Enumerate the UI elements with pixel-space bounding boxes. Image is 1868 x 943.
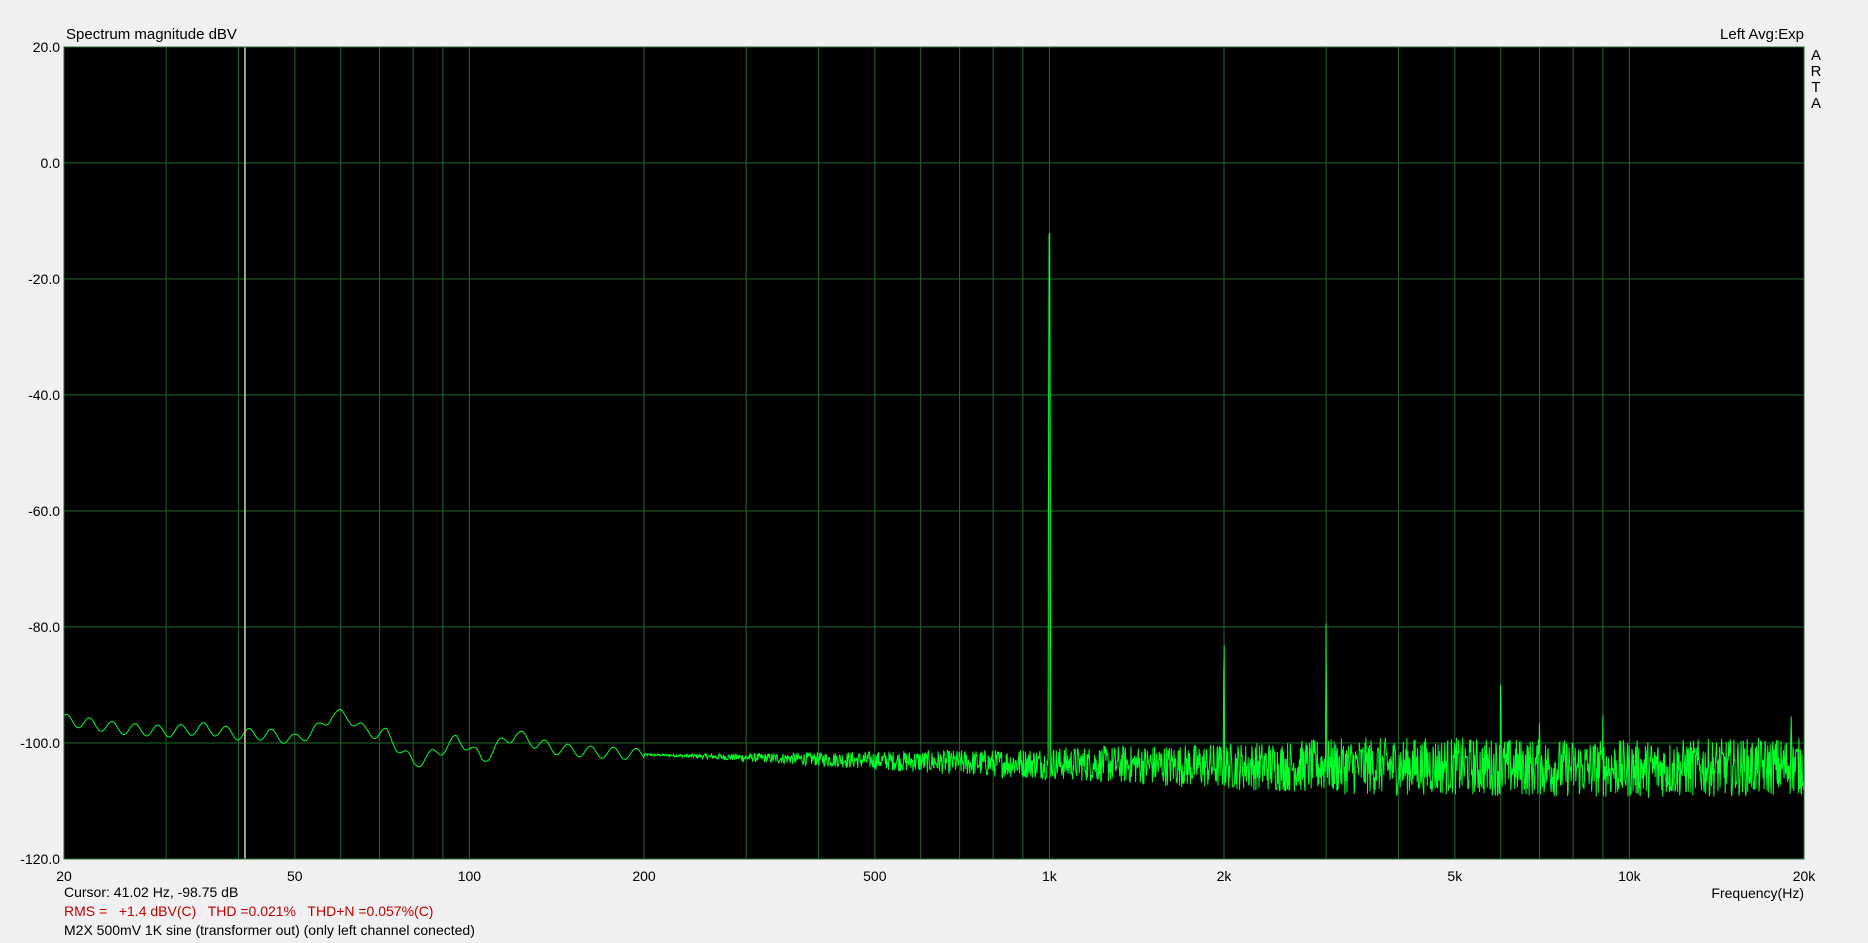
- x-tick-label: 100: [458, 868, 482, 884]
- cursor-readout: Cursor: 41.02 Hz, -98.75 dB: [64, 884, 239, 900]
- x-tick-label: 1k: [1042, 868, 1058, 884]
- x-tick-label: 50: [287, 868, 303, 884]
- x-tick-label: 10k: [1618, 868, 1642, 884]
- spectrum-chart[interactable]: 20.00.0-20.0-40.0-60.0-80.0-100.0-120.02…: [0, 0, 1868, 943]
- arta-brand-label: A R T A: [1808, 48, 1824, 112]
- y-tick-label: -20.0: [28, 271, 60, 287]
- x-tick-label: 20k: [1793, 868, 1817, 884]
- plot-area[interactable]: [64, 47, 1804, 859]
- y-tick-label: -120.0: [20, 851, 60, 867]
- x-tick-label: 200: [632, 868, 656, 884]
- measurement-readout: RMS = +1.4 dBV(C) THD =0.021% THD+N =0.0…: [64, 903, 434, 919]
- brand-letter: T: [1811, 79, 1821, 96]
- x-tick-label: 20: [56, 868, 72, 884]
- measurement-description: M2X 500mV 1K sine (transformer out) (onl…: [64, 922, 475, 938]
- x-axis-title: Frequency(Hz): [1711, 885, 1804, 901]
- x-tick-label: 5k: [1447, 868, 1463, 884]
- y-tick-label: 0.0: [41, 155, 61, 171]
- x-tick-label: 2k: [1217, 868, 1233, 884]
- brand-letter: A: [1810, 47, 1821, 64]
- y-tick-label: -40.0: [28, 387, 60, 403]
- channel-averaging-label: Left Avg:Exp: [1720, 26, 1804, 43]
- brand-letter: A: [1810, 95, 1821, 112]
- x-tick-label: 500: [863, 868, 887, 884]
- y-tick-label: -100.0: [20, 735, 60, 751]
- y-tick-label: -60.0: [28, 503, 60, 519]
- chart-title: Spectrum magnitude dBV: [66, 26, 237, 43]
- y-tick-label: -80.0: [28, 619, 60, 635]
- y-tick-label: 20.0: [33, 39, 60, 55]
- brand-letter: R: [1810, 63, 1822, 80]
